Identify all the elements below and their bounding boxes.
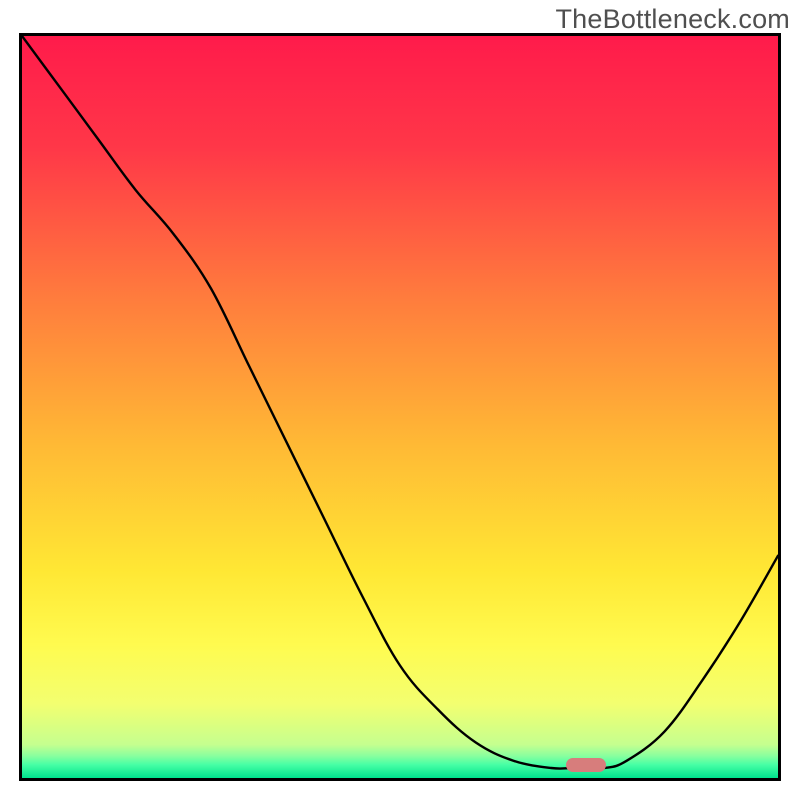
watermark-text: TheBottleneck.com <box>555 4 790 35</box>
chart-container: TheBottleneck.com <box>0 0 800 800</box>
curve-line <box>22 36 778 778</box>
sweet-spot-marker <box>566 758 606 772</box>
plot-area <box>19 33 781 781</box>
